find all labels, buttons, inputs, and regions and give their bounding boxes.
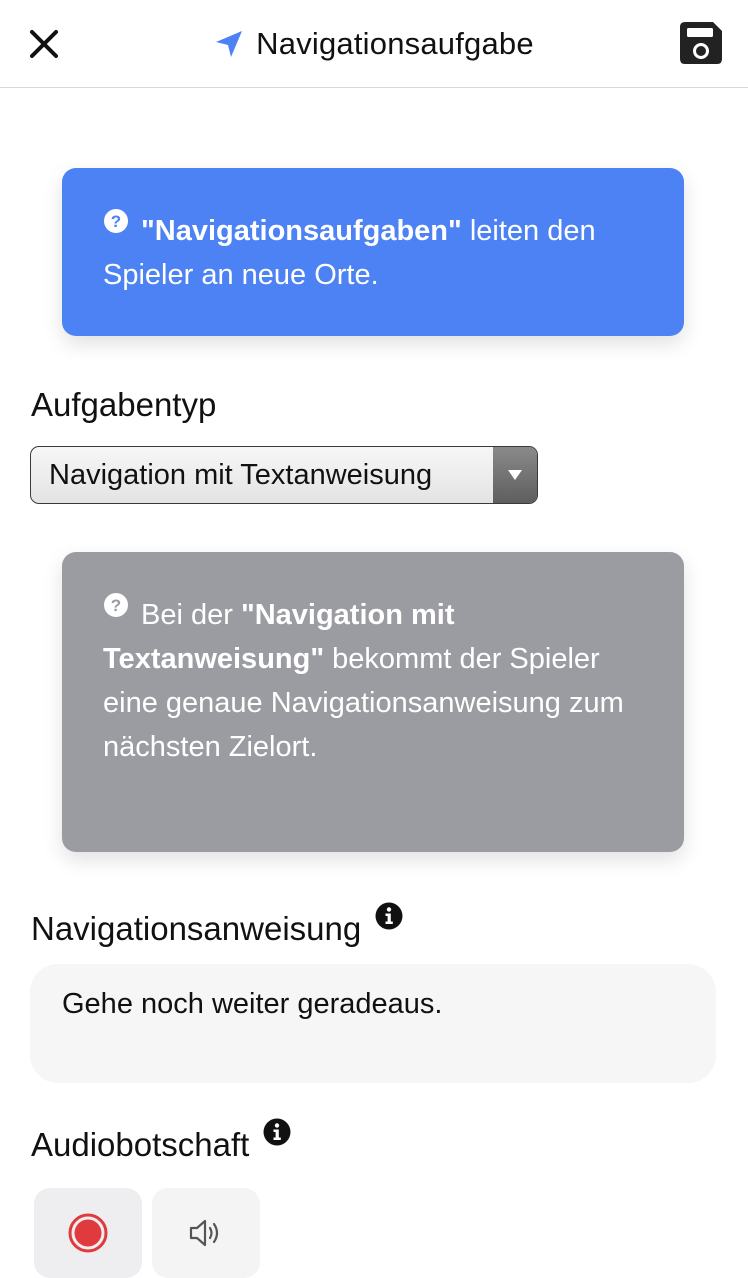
intro-info-box: ? "Navigationsaufgaben" leiten den Spiel… [62,168,684,336]
save-button[interactable] [678,20,724,66]
audio-label-row: Audiobotschaft [31,1118,291,1164]
chevron-down-icon [508,470,522,480]
task-type-select[interactable]: Navigation mit Textanweisung [30,446,538,504]
instruction-label-row: Navigationsanweisung [31,902,403,948]
svg-text:?: ? [111,212,121,231]
speaker-icon [189,1219,219,1247]
svg-text:?: ? [111,596,121,615]
record-button[interactable] [34,1188,142,1278]
top-bar: Navigationsaufgabe [0,0,748,88]
task-type-help-box: ? Bei der "Navigation mit Textanweisung"… [62,552,684,852]
close-icon [30,30,58,58]
info-circle-icon[interactable] [263,1118,291,1146]
question-circle-icon: ? [104,593,128,617]
audio-label: Audiobotschaft [31,1126,250,1163]
instruction-textarea[interactable]: Gehe noch weiter geradeaus. [30,964,716,1083]
title-group: Navigationsaufgabe [0,0,748,88]
page-title: Navigationsaufgabe [256,26,534,61]
save-disk-icon [680,22,722,64]
navigation-arrow-icon [216,31,243,57]
intro-bold-text: "Navigationsaufgaben" [141,215,462,247]
close-button[interactable] [26,24,62,64]
question-circle-icon: ? [104,209,128,233]
play-audio-button[interactable] [152,1188,260,1278]
info-circle-icon[interactable] [375,902,403,930]
instruction-label: Navigationsanweisung [31,910,362,947]
record-icon [68,1213,108,1253]
dropdown-arrow [493,447,537,503]
task-type-selected-value: Navigation mit Textanweisung [49,459,433,491]
task-type-label: Aufgabentyp [31,386,217,423]
help-prefix-text: Bei der [141,599,241,631]
